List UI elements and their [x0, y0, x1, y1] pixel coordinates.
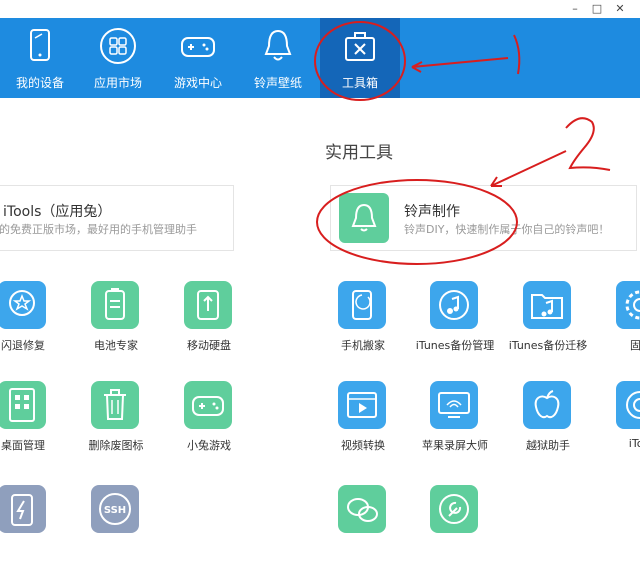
- tool-wrench[interactable]: [410, 485, 500, 565]
- tool-label: 闪退修复: [1, 339, 45, 352]
- tool-battery-expert[interactable]: 电池专家: [71, 281, 161, 361]
- trash-icon: [91, 381, 139, 429]
- card-title: 铃声制作: [404, 204, 460, 220]
- nav-game-center[interactable]: 游戏中心: [158, 18, 238, 98]
- screen-record-icon: [430, 381, 478, 429]
- tool-firmware[interactable]: 固件: [596, 281, 640, 361]
- bell-icon: [339, 193, 389, 243]
- video-icon: [338, 381, 386, 429]
- tool-label: 电池专家: [94, 339, 138, 352]
- tool-label: 桌面管理: [1, 439, 45, 452]
- tool-label: 手机搬家: [341, 339, 385, 352]
- ssh-text: SSH: [104, 505, 126, 516]
- battery-icon: [91, 281, 139, 329]
- nav-label: 工具箱: [341, 76, 378, 90]
- tool-label: 越狱助手: [526, 439, 570, 452]
- tool-itools[interactable]: iTool: [596, 381, 640, 461]
- tool-label: 移动硬盘: [187, 339, 231, 352]
- tool-phone-transfer[interactable]: 手机搬家: [318, 281, 408, 361]
- tool-label: 删除废图标: [88, 439, 144, 452]
- tool-wechat[interactable]: [318, 485, 408, 565]
- tool-flash[interactable]: [0, 485, 68, 565]
- tool-screen-recorder[interactable]: 苹果录屏大师: [410, 381, 500, 461]
- desktop-grid-icon: [0, 381, 46, 429]
- minimize-button[interactable]: –: [565, 1, 585, 17]
- nav-app-market[interactable]: 应用市场: [78, 18, 158, 98]
- tool-rabbit-games[interactable]: 小兔游戏: [164, 381, 254, 461]
- tool-label: iTunes备份迁移: [508, 339, 588, 352]
- annotation-arrow-2: [490, 150, 567, 187]
- flash-icon: [0, 485, 46, 533]
- section-title: 实用工具: [325, 143, 393, 163]
- nav-label: 铃声壁纸: [253, 76, 302, 90]
- tool-itunes-backup-manage[interactable]: iTunes备份管理: [410, 281, 500, 361]
- card-desc: 铃声DIY，快速制作属于你自己的铃声吧！: [404, 223, 610, 236]
- tool-label: 视频转换: [341, 439, 385, 452]
- music-refresh-icon: [430, 281, 478, 329]
- maximize-button[interactable]: □: [587, 1, 607, 17]
- nav-ringtone-wallpaper[interactable]: 铃声壁纸: [238, 18, 318, 98]
- toolbox-icon: [345, 32, 375, 61]
- apple-icon: [523, 381, 571, 429]
- star-badge-icon: [0, 281, 46, 329]
- phone-transfer-icon: [338, 281, 386, 329]
- wechat-icon: [338, 485, 386, 533]
- tool-delete-icons[interactable]: 删除废图标: [71, 381, 161, 461]
- music-folder-icon: [523, 281, 571, 329]
- tool-desktop-manager[interactable]: 桌面管理: [0, 381, 68, 461]
- top-nav: 我的设备 应用市场 游戏中心 铃声壁纸 工具箱: [0, 18, 640, 98]
- nav-label: 游戏中心: [173, 76, 222, 90]
- wrench-icon: [430, 485, 478, 533]
- tablet-icon: [30, 29, 50, 61]
- handwritten-number-2: [565, 117, 611, 171]
- close-button[interactable]: ✕: [610, 1, 630, 17]
- tool-jailbreak-helper[interactable]: 越狱助手: [503, 381, 593, 461]
- tool-ssh[interactable]: SSH: [71, 485, 161, 565]
- nav-label: 我的设备: [15, 76, 64, 90]
- tool-label: iTool: [628, 437, 640, 450]
- tool-crash-fix[interactable]: 闪退修复: [0, 281, 68, 361]
- usb-drive-icon: [184, 281, 232, 329]
- card-title: iTools（应用兔）: [3, 204, 112, 220]
- tool-label: 固件: [630, 339, 640, 352]
- featured-card-ringtone-maker[interactable]: 铃声制作 铃声DIY，快速制作属于你自己的铃声吧！: [330, 185, 637, 251]
- itools-icon: [616, 381, 640, 429]
- nav-label: 应用市场: [93, 76, 142, 90]
- nav-my-device[interactable]: 我的设备: [0, 18, 80, 98]
- card-desc: 的免费正版市场，最好用的手机管理助手: [0, 223, 197, 236]
- bell-icon: [264, 29, 292, 61]
- title-bar: – □ ✕: [0, 0, 640, 18]
- tool-itunes-backup-migrate[interactable]: iTunes备份迁移: [503, 281, 593, 361]
- tool-video-convert[interactable]: 视频转换: [318, 381, 408, 461]
- gamepad-icon: [181, 37, 215, 57]
- tool-label: 小兔游戏: [187, 439, 231, 452]
- app-grid-icon: [100, 28, 136, 64]
- tool-mobile-disk[interactable]: 移动硬盘: [164, 281, 254, 361]
- nav-toolbox[interactable]: 工具箱: [320, 18, 400, 98]
- game-icon: [184, 381, 232, 429]
- tool-label: iTunes备份管理: [415, 339, 495, 352]
- ssh-icon: SSH: [91, 485, 139, 533]
- gear-icon: [616, 281, 640, 329]
- featured-card-itools[interactable]: iTools（应用兔） 的免费正版市场，最好用的手机管理助手: [0, 185, 234, 251]
- tool-label: 苹果录屏大师: [422, 439, 488, 452]
